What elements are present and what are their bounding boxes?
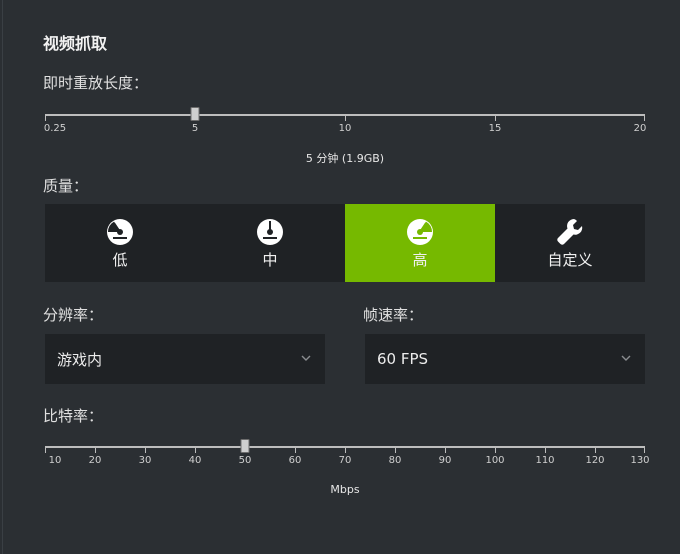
gauge-medium-icon <box>257 218 283 245</box>
bitrate-slider-tick-label: 100 <box>485 455 505 466</box>
replay-slider-tick-label: 20 <box>633 123 647 134</box>
bitrate-unit: Mbps <box>330 483 360 496</box>
bitrate-slider-tick <box>445 446 446 453</box>
gauge-low-icon <box>107 218 133 245</box>
bitrate-slider-tick <box>145 446 146 453</box>
bitrate-slider-tick <box>644 446 645 453</box>
bitrate-slider-tick-label: 90 <box>438 455 452 466</box>
quality-selector: 低 中 高 自定义 <box>45 204 645 282</box>
replay-length-value: 5 分钟 (1.9GB) <box>305 152 385 165</box>
bitrate-slider-tick-label: 130 <box>630 455 650 466</box>
replay-slider-tick-label: 5 <box>191 123 199 134</box>
bitrate-slider-tick <box>195 446 196 453</box>
bitrate-slider-tick <box>295 446 296 453</box>
replay-slider-tick-label: 10 <box>338 123 352 134</box>
page-title: 视频抓取 <box>43 34 108 53</box>
quality-option-low[interactable]: 低 <box>45 204 195 282</box>
gauge-high-icon <box>407 218 433 245</box>
quality-option-label: 低 <box>112 250 128 269</box>
bitrate-slider-tick-label: 20 <box>88 455 102 466</box>
bitrate-slider-tick-label: 40 <box>188 455 202 466</box>
replay-slider-tick <box>495 114 496 121</box>
framerate-value: 60 FPS <box>377 350 429 368</box>
bitrate-slider-tick <box>545 446 546 453</box>
quality-option-custom[interactable]: 自定义 <box>495 204 645 282</box>
bitrate-slider-tick-label: 110 <box>535 455 555 466</box>
bitrate-slider-tick-label: 80 <box>388 455 402 466</box>
bitrate-slider-tick-label: 120 <box>585 455 605 466</box>
replay-slider-tick <box>644 114 645 121</box>
bitrate-slider-tick <box>345 446 346 453</box>
framerate-dropdown[interactable]: 60 FPS <box>365 334 645 384</box>
video-capture-panel: 视频抓取 即时重放长度： 0.25 5 10 15 20 5 分钟 (1.9GB) 质量… <box>2 0 680 554</box>
resolution-dropdown[interactable]: 游戏内 <box>45 334 325 384</box>
quality-option-high[interactable]: 高 <box>345 204 495 282</box>
resolution-label: 分辨率： <box>43 306 104 324</box>
quality-option-label: 高 <box>412 250 428 269</box>
bitrate-slider-tick-label: 50 <box>238 455 252 466</box>
quality-option-medium[interactable]: 中 <box>195 204 345 282</box>
bitrate-slider-tick-label: 60 <box>288 455 302 466</box>
replay-slider-tick-label: 0.25 <box>43 123 67 134</box>
bitrate-slider-tick-label: 10 <box>48 455 62 466</box>
bitrate-slider-tick <box>45 446 46 453</box>
replay-slider-tick <box>345 114 346 121</box>
replay-length-label: 即时重放长度： <box>43 74 149 92</box>
framerate-label: 帧速率： <box>363 306 424 324</box>
bitrate-slider-tick-label: 30 <box>138 455 152 466</box>
chevron-down-icon <box>621 355 631 361</box>
quality-option-label: 中 <box>262 250 278 269</box>
bitrate-label: 比特率： <box>43 407 104 425</box>
bitrate-slider-tick <box>95 446 96 453</box>
replay-length-slider[interactable]: 0.25 5 10 15 20 <box>43 107 647 148</box>
chevron-down-icon <box>301 355 311 361</box>
quality-label: 质量： <box>43 177 89 195</box>
bitrate-slider-tick <box>595 446 596 453</box>
replay-slider-thumb[interactable] <box>190 107 200 121</box>
replay-slider-tick <box>45 114 46 121</box>
quality-option-label: 自定义 <box>547 250 593 269</box>
bitrate-slider-thumb[interactable] <box>240 439 250 453</box>
bitrate-slider-tick <box>395 446 396 453</box>
wrench-icon <box>557 218 583 245</box>
bitrate-slider-tick <box>495 446 496 453</box>
replay-slider-tick-label: 15 <box>488 123 502 134</box>
resolution-value: 游戏内 <box>57 350 103 369</box>
bitrate-slider[interactable]: 10 20 30 40 50 60 70 80 90 100 110 120 130 <box>45 439 650 480</box>
bitrate-slider-tick-label: 70 <box>338 455 352 466</box>
